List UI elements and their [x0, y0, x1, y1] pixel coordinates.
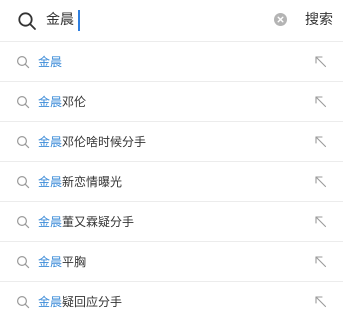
- suggestion-highlight: 金晨: [38, 55, 63, 69]
- suggestion-item[interactable]: 金晨平胸: [0, 241, 343, 281]
- text-caret: [78, 10, 80, 31]
- suggestion-text: 金晨: [38, 52, 62, 72]
- search-icon[interactable]: [17, 11, 37, 31]
- suggestion-text: 金晨邓伦啥时候分手: [38, 132, 146, 152]
- suggestion-rest: 邓伦: [62, 95, 87, 109]
- search-icon: [16, 95, 30, 109]
- search-icon: [16, 135, 30, 149]
- search-icon: [16, 215, 30, 229]
- suggestion-item[interactable]: 金晨: [0, 41, 343, 81]
- search-icon: [16, 175, 30, 189]
- suggestion-list: 金晨 金晨邓伦 金晨邓伦啥时候分手 金晨新恋情曝光 金晨董又霖疑分手 金晨平胸 金晨疑回应分…: [0, 41, 343, 321]
- suggestion-item[interactable]: 金晨邓伦啥时候分手: [0, 121, 343, 161]
- suggestion-text: 金晨疑回应分手: [38, 292, 122, 312]
- suggestion-rest: 董又霖疑分手: [62, 215, 135, 229]
- search-submit-button[interactable]: 搜索: [305, 8, 333, 32]
- suggestion-item[interactable]: 金晨疑回应分手: [0, 281, 343, 321]
- suggestion-text: 金晨平胸: [38, 252, 86, 272]
- suggestion-text: 金晨新恋情曝光: [38, 172, 122, 192]
- arrow-up-left-icon[interactable]: [314, 55, 327, 68]
- suggestion-text: 金晨邓伦: [38, 92, 86, 112]
- arrow-up-left-icon[interactable]: [314, 255, 327, 268]
- suggestion-highlight: 金晨: [38, 95, 63, 109]
- suggestion-rest: 平胸: [62, 255, 87, 269]
- suggestion-item[interactable]: 金晨新恋情曝光: [0, 161, 343, 201]
- suggestion-rest: 疑回应分手: [62, 295, 123, 309]
- suggestion-highlight: 金晨: [38, 175, 63, 189]
- suggestion-highlight: 金晨: [38, 215, 63, 229]
- clear-icon[interactable]: [274, 13, 287, 26]
- suggestion-highlight: 金晨: [38, 135, 63, 149]
- suggestion-rest: 新恋情曝光: [62, 175, 123, 189]
- suggestion-highlight: 金晨: [38, 255, 63, 269]
- search-icon: [16, 55, 30, 69]
- arrow-up-left-icon[interactable]: [314, 215, 327, 228]
- suggestion-item[interactable]: 金晨邓伦: [0, 81, 343, 121]
- suggestion-text: 金晨董又霖疑分手: [38, 212, 134, 232]
- search-bar: 搜索: [0, 0, 343, 41]
- suggestion-highlight: 金晨: [38, 295, 63, 309]
- search-icon: [16, 295, 30, 309]
- arrow-up-left-icon[interactable]: [314, 135, 327, 148]
- arrow-up-left-icon[interactable]: [314, 95, 327, 108]
- arrow-up-left-icon[interactable]: [314, 295, 327, 308]
- arrow-up-left-icon[interactable]: [314, 175, 327, 188]
- search-icon: [16, 255, 30, 269]
- suggestion-rest: 邓伦啥时候分手: [62, 135, 147, 149]
- suggestion-item[interactable]: 金晨董又霖疑分手: [0, 201, 343, 241]
